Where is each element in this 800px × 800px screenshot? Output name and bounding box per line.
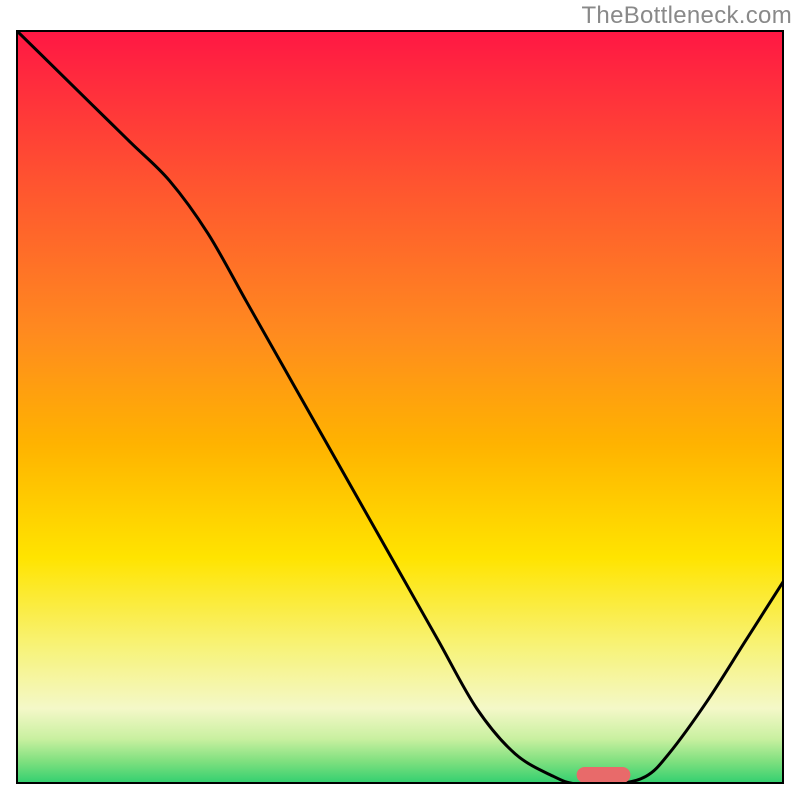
plot-area [16, 30, 784, 784]
optimal-marker-pill [16, 30, 784, 784]
chart-stage: TheBottleneck.com [0, 0, 800, 800]
watermark-label: TheBottleneck.com [581, 2, 792, 30]
